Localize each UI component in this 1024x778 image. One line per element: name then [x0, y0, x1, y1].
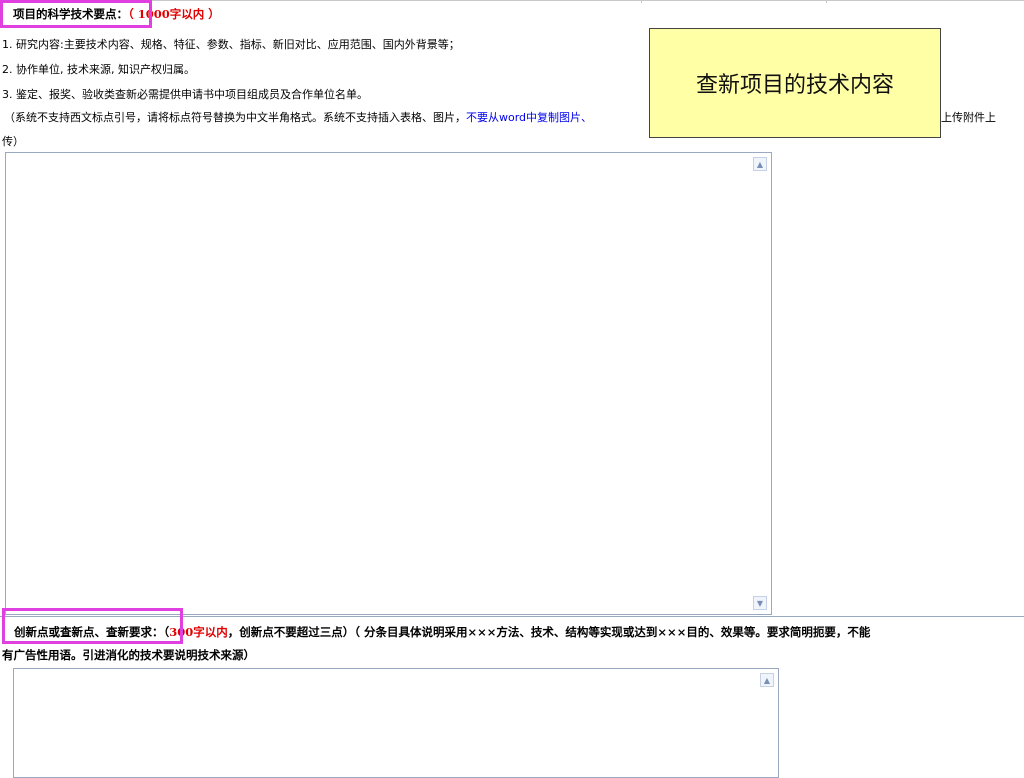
instruction-item-3: 3. 鉴定、报奖、验收类查新必需提供申请书中项目组成员及合作单位名单。: [2, 88, 368, 101]
section2-line2: 有广告性用语。引进消化的技术要说明技术来源）: [2, 648, 255, 662]
chevron-up-icon[interactable]: ▲: [760, 673, 774, 687]
technical-points-value: [6, 153, 771, 159]
top-border: [0, 0, 1024, 1]
column-divider: [641, 0, 642, 3]
chevron-up-icon[interactable]: ▲: [753, 157, 767, 171]
highlight-box-section1: [0, 0, 152, 28]
system-note-tail: 上传附件上: [941, 111, 996, 124]
system-note-line2: 传）: [2, 135, 24, 148]
instruction-item-2: 2. 协作单位, 技术来源, 知识产权归属。: [2, 63, 195, 76]
instruction-item-1: 1. 研究内容:主要技术内容、规格、特征、参数、指标、新旧对比、应用范围、国内外…: [2, 38, 460, 51]
innovation-points-textarea[interactable]: ▲: [13, 668, 779, 778]
tooltip-callout: 查新项目的技术内容: [649, 28, 941, 138]
innovation-points-value: [14, 669, 778, 675]
chevron-down-icon[interactable]: ▼: [753, 596, 767, 610]
system-note: （系统不支持西文标点引号，请将标点符号替换为中文半角格式。系统不支持插入表格、图…: [4, 109, 644, 125]
highlight-box-section2: [2, 608, 183, 644]
column-divider: [826, 0, 827, 3]
system-note-warning: 不要从word中复制图片、: [466, 111, 593, 124]
tooltip-text: 查新项目的技术内容: [695, 73, 894, 98]
technical-points-textarea[interactable]: ▲ ▼: [5, 152, 772, 615]
system-note-text: （系统不支持西文标点引号，请将标点符号替换为中文半角格式。系统不支持插入表格、图…: [4, 111, 466, 124]
section2-rest: ，创新点不要超过三点）（ 分条目具体说明采用×××方法、技术、结构等实现或达到×…: [227, 625, 871, 639]
